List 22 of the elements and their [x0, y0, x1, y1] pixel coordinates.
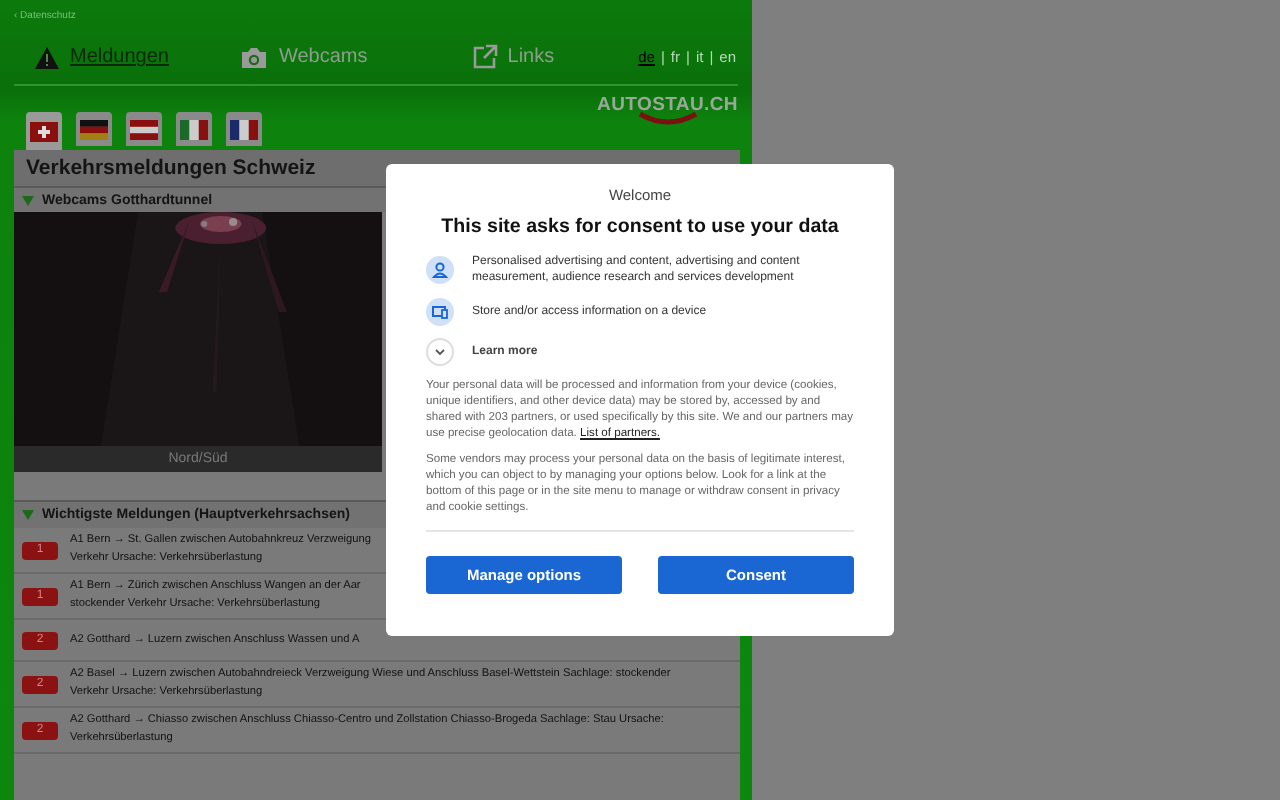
country-tab[interactable]: [226, 112, 262, 146]
warning-icon: [34, 45, 60, 69]
french-flag-icon: [230, 119, 258, 139]
country-tab[interactable]: [26, 112, 62, 150]
collapse-icon: [22, 195, 34, 205]
collapse-icon: [22, 510, 34, 520]
austrian-flag-icon: [130, 119, 158, 139]
swiss-flag-icon: [30, 121, 58, 141]
site-logo: AUTOSTAU.CH: [597, 94, 738, 116]
country-tab[interactable]: [76, 112, 112, 146]
swoosh-icon: [637, 112, 698, 126]
german-flag-icon: [80, 119, 108, 139]
country-tab[interactable]: [126, 112, 162, 146]
expand-icon[interactable]: [426, 338, 454, 366]
country-tab[interactable]: [176, 112, 212, 146]
device-icon: [426, 298, 454, 326]
nav-tab[interactable]: Meldungen: [34, 45, 169, 69]
dialog-title: This site asks for consent to use your data: [439, 216, 841, 238]
external-link-icon: [471, 44, 498, 70]
person-icon: [426, 256, 454, 284]
camera-icon: [240, 45, 269, 69]
italian-flag-icon: [180, 119, 208, 139]
